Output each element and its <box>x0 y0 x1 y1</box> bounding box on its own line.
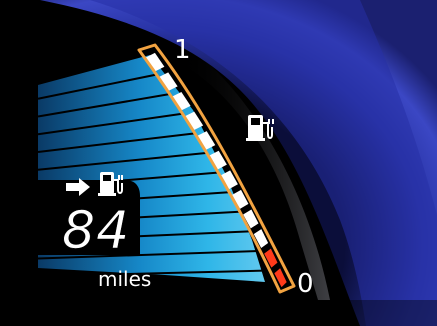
bottom-shade <box>0 300 437 326</box>
scale-min-label: 0 <box>297 269 314 299</box>
range-value: 84 <box>62 201 130 261</box>
range-unit: miles <box>98 267 151 291</box>
scale-max-label: 1 <box>174 35 191 65</box>
ev-range-gauge: 1 0 84 miles <box>0 0 437 326</box>
